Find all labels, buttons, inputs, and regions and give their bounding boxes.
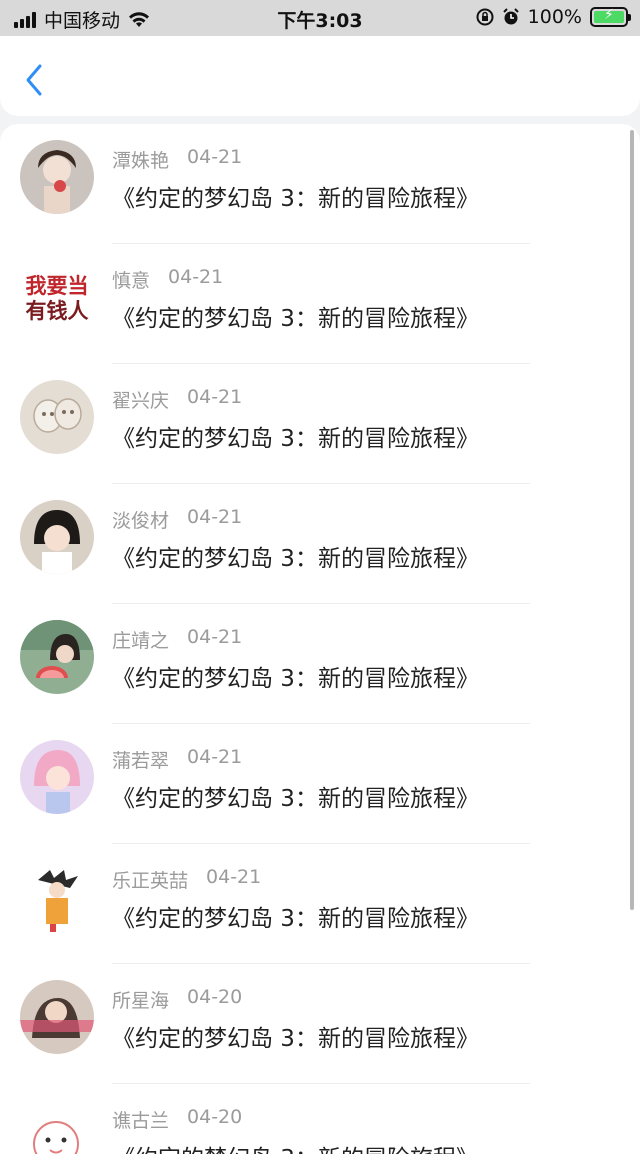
list-item[interactable]: 庄靖之 04-21 《约定的梦幻岛 3：新的冒险旅程》 — [0, 604, 640, 724]
list-item[interactable]: 潭姝艳 04-21 《约定的梦幻岛 3：新的冒险旅程》 — [0, 124, 640, 244]
user-name: 谯古兰 — [112, 1110, 170, 1132]
avatar[interactable] — [20, 860, 94, 934]
avatar[interactable] — [20, 380, 94, 454]
user-name: 乐正英喆 — [112, 870, 189, 892]
item-title: 《约定的梦幻岛 3：新的冒险旅程》 — [112, 426, 479, 452]
list-item[interactable]: 所星海 04-20 《约定的梦幻岛 3：新的冒险旅程》 — [0, 964, 640, 1084]
user-name: 翟兴庆 — [112, 390, 170, 412]
battery-percent: 100% — [527, 6, 582, 28]
battery-icon: ⚡ — [590, 7, 631, 27]
post-date: 04-20 — [187, 1106, 243, 1128]
list-item[interactable]: 翟兴庆 04-21 《约定的梦幻岛 3：新的冒险旅程》 — [0, 364, 640, 484]
post-date: 04-21 — [187, 146, 243, 168]
post-date: 04-21 — [168, 266, 224, 288]
comment-list[interactable]: 潭姝艳 04-21 《约定的梦幻岛 3：新的冒险旅程》 我要当 有钱人 慎意 0… — [0, 124, 640, 1154]
status-right: 100% ⚡ — [476, 6, 631, 28]
post-date: 04-21 — [187, 626, 243, 648]
status-bar: 中国移动 下午3:03 100% ⚡ — [0, 0, 640, 36]
avatar[interactable] — [20, 620, 94, 694]
post-date: 04-21 — [187, 746, 243, 768]
user-name: 蒲若翠 — [112, 750, 170, 772]
post-date: 04-20 — [187, 986, 243, 1008]
list-item[interactable]: 蒲若翠 04-21 《约定的梦幻岛 3：新的冒险旅程》 — [0, 724, 640, 844]
item-title: 《约定的梦幻岛 3：新的冒险旅程》 — [112, 906, 479, 932]
chevron-left-icon — [26, 64, 42, 96]
avatar[interactable]: 我要当 有钱人 — [20, 260, 94, 334]
post-date: 04-21 — [187, 506, 243, 528]
user-name: 潭姝艳 — [112, 150, 170, 172]
item-title: 《约定的梦幻岛 3：新的冒险旅程》 — [112, 1139, 479, 1154]
item-title: 《约定的梦幻岛 3：新的冒险旅程》 — [112, 306, 479, 332]
svg-text:有钱人: 有钱人 — [26, 299, 89, 323]
user-name: 慎意 — [112, 270, 151, 292]
item-title: 《约定的梦幻岛 3：新的冒险旅程》 — [112, 666, 479, 692]
user-name: 淡俊材 — [112, 510, 170, 532]
back-button[interactable] — [20, 62, 50, 98]
list-item[interactable]: 乐正英喆 04-21 《约定的梦幻岛 3：新的冒险旅程》 — [0, 844, 640, 964]
nav-bar — [0, 36, 640, 116]
avatar[interactable] — [20, 980, 94, 1054]
avatar[interactable] — [20, 140, 94, 214]
svg-text:我要当: 我要当 — [26, 274, 89, 298]
item-title: 《约定的梦幻岛 3：新的冒险旅程》 — [112, 546, 479, 572]
user-name: 所星海 — [112, 990, 170, 1012]
list-item[interactable]: 谯古兰 04-20 《约定的梦幻岛 3：新的冒险旅程》 — [0, 1084, 640, 1154]
list-item[interactable]: 淡俊材 04-21 《约定的梦幻岛 3：新的冒险旅程》 — [0, 484, 640, 604]
orientation-lock-icon — [476, 8, 494, 26]
avatar[interactable] — [20, 1100, 94, 1154]
item-title: 《约定的梦幻岛 3：新的冒险旅程》 — [112, 1026, 479, 1052]
avatar[interactable] — [20, 740, 94, 814]
post-date: 04-21 — [187, 386, 243, 408]
post-date: 04-21 — [206, 866, 262, 888]
list-item[interactable]: 我要当 有钱人 慎意 04-21 《约定的梦幻岛 3：新的冒险旅程》 — [0, 244, 640, 364]
item-title: 《约定的梦幻岛 3：新的冒险旅程》 — [112, 186, 479, 212]
alarm-icon — [502, 8, 519, 25]
avatar[interactable] — [20, 500, 94, 574]
item-title: 《约定的梦幻岛 3：新的冒险旅程》 — [112, 786, 479, 812]
user-name: 庄靖之 — [112, 630, 170, 652]
